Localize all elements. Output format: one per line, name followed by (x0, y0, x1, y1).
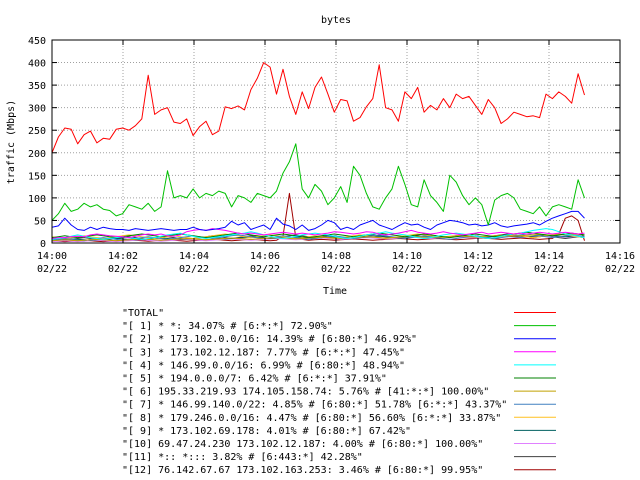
y-tick-label: 350 (28, 81, 46, 92)
legend-label: "[12] 76.142.67.67 173.102.163.253: 3.46… (122, 465, 483, 476)
y-tick-label: 450 (28, 36, 46, 47)
legend-label: "[10] 69.47.24.230 173.102.12.187: 4.00%… (122, 439, 483, 450)
y-tick-label: 100 (28, 194, 46, 205)
x-tick-label-date: 02/22 (321, 264, 351, 275)
x-tick-label-date: 02/22 (179, 264, 209, 275)
y-tick-label: 300 (28, 104, 46, 115)
y-tick-label: 0 (40, 239, 46, 250)
legend-label: "[ 4] * 146.99.0.0/16: 6.99% # [6:80:*] … (122, 360, 405, 371)
x-axis-label: Time (323, 286, 347, 297)
x-tick-label-time: 14:16 (605, 251, 635, 262)
y-tick-label: 250 (28, 126, 46, 137)
series-line-0 (51, 62, 585, 153)
legend-label: "[ 1] * *: 34.07% # [6:*:*] 72.90%" (122, 321, 333, 332)
x-tick-label-date: 02/22 (108, 264, 138, 275)
y-axis-ticks: 0 50 100 150 200 250 300 350 400 450 (28, 36, 620, 250)
series-line-2 (51, 210, 585, 231)
x-tick-label-time: 14:00 (37, 251, 67, 262)
x-tick-label-date: 02/22 (605, 264, 635, 275)
legend-label: "TOTAL" (122, 308, 164, 319)
line-chart: bytes traffic (Mbps) Time 0 50 100 150 200 25… (6, 15, 635, 476)
y-tick-label: 400 (28, 59, 46, 70)
x-tick-label-date: 02/22 (392, 264, 422, 275)
x-tick-label-time: 14:08 (321, 251, 351, 262)
legend-label: "[ 5] * 194.0.0.0/7: 6.42% # [6:*:*] 37.… (122, 374, 387, 385)
x-tick-label-time: 14:10 (392, 251, 422, 262)
legend-label: "[ 6] 195.33.219.93 174.105.158.74: 5.76… (122, 387, 489, 398)
y-tick-label: 150 (28, 171, 46, 182)
y-axis-label: traffic (Mbps) (6, 100, 17, 184)
series-line-1 (51, 143, 585, 226)
chart-title: bytes (321, 15, 351, 26)
x-tick-label-time: 14:02 (108, 251, 138, 262)
legend-label: "[11] *:: *::: 3.82% # [6:443:*] 42.28%" (122, 452, 363, 463)
x-tick-label-date: 02/22 (250, 264, 280, 275)
series-group (51, 62, 585, 243)
legend-label: "[ 9] * 173.102.69.178: 4.01% # [6:80:*]… (122, 426, 411, 437)
x-tick-label-date: 02/22 (37, 264, 67, 275)
x-tick-label-time: 14:06 (250, 251, 280, 262)
x-tick-label-date: 02/22 (463, 264, 493, 275)
y-tick-label: 50 (34, 216, 46, 227)
y-tick-label: 200 (28, 149, 46, 160)
x-tick-label-time: 14:12 (463, 251, 493, 262)
legend: "TOTAL" "[ 1] * *: 34.07% # [6:*:*] 72.90… (122, 308, 556, 476)
legend-label: "[ 2] * 173.102.0.0/16: 14.39% # [6:80:*… (122, 334, 417, 345)
x-tick-label-time: 14:04 (179, 251, 209, 262)
x-tick-label-date: 02/22 (534, 264, 564, 275)
legend-label: "[ 7] * 146.99.140.0/22: 4.85% # [6:80:*… (122, 400, 507, 411)
x-tick-label-time: 14:14 (534, 251, 564, 262)
legend-label: "[ 8] * 179.246.0.0/16: 4.47% # [6:80:*]… (122, 413, 501, 424)
legend-label: "[ 3] * 173.102.12.187: 7.77% # [6:*:*] … (122, 347, 405, 358)
